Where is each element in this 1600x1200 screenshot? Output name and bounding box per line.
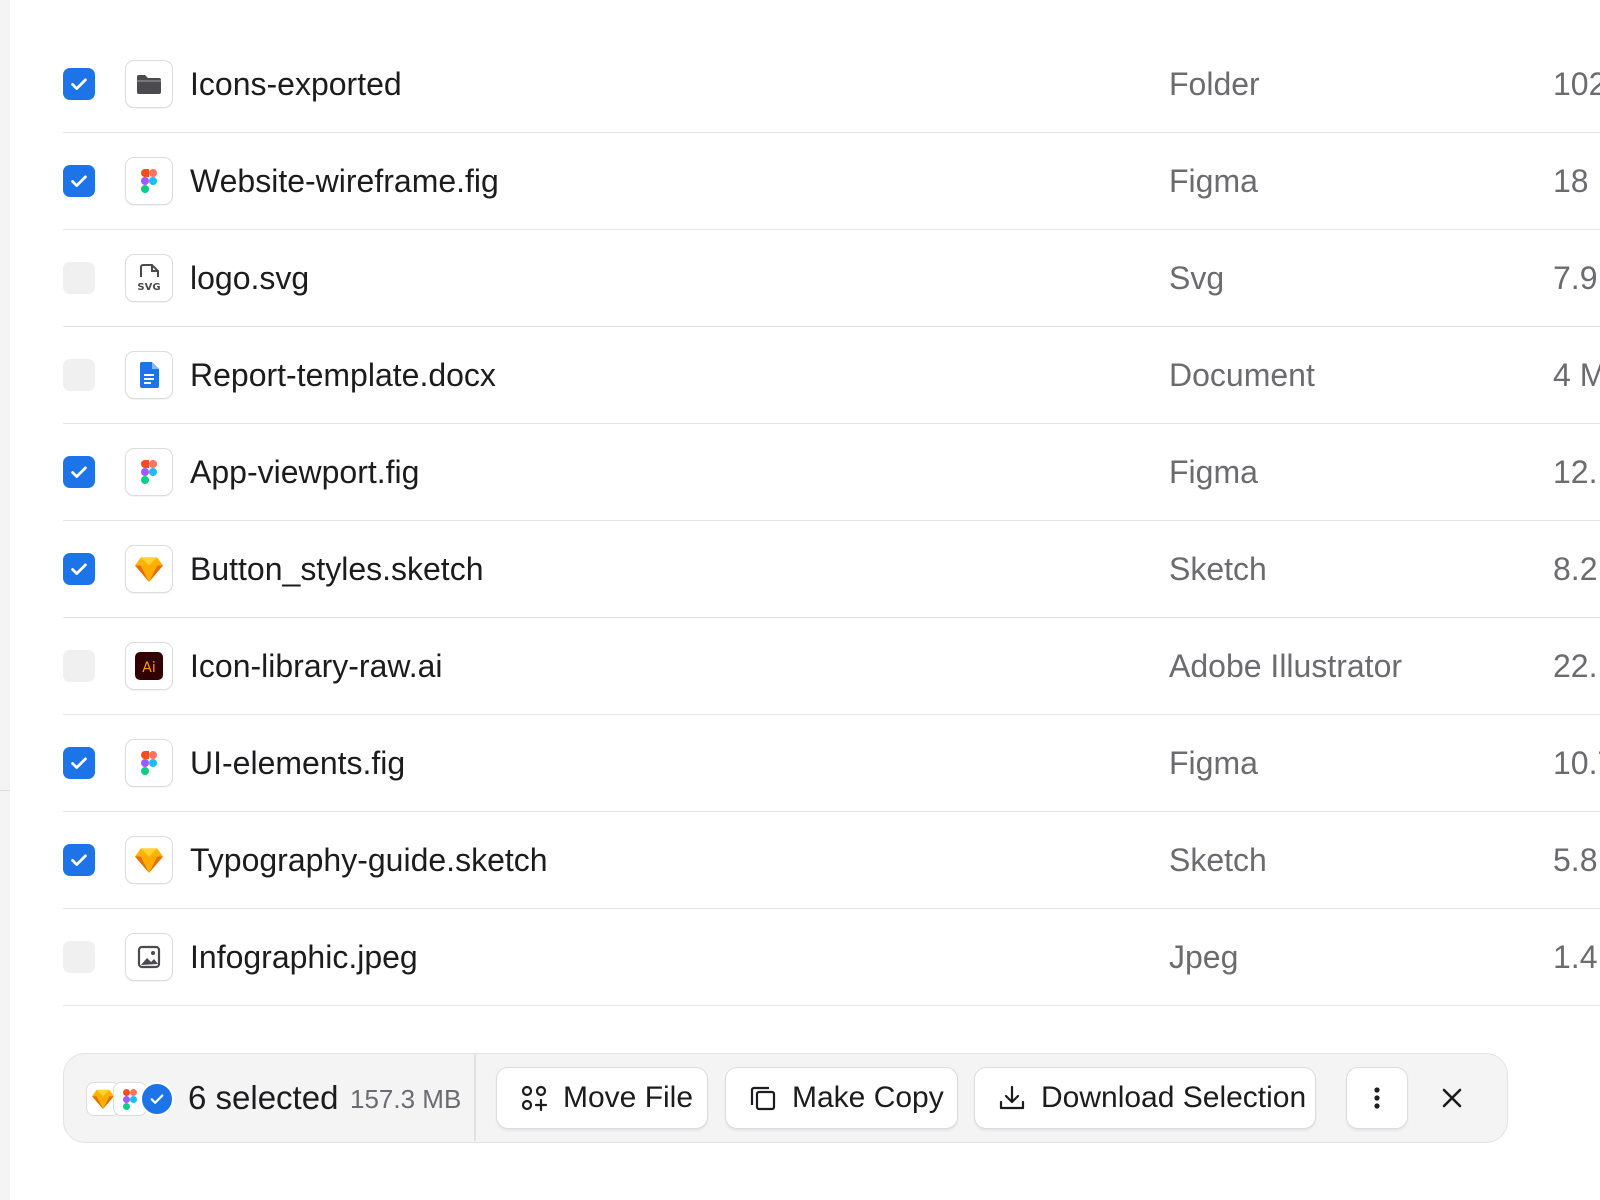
file-row[interactable]: Report-template.docx Document 4 M xyxy=(63,327,1600,424)
file-row[interactable]: Icons-exported Folder 102 xyxy=(63,36,1600,133)
row-checkbox[interactable] xyxy=(63,650,95,682)
selected-size: 157.3 MB xyxy=(350,1084,462,1114)
file-kind: Figma xyxy=(1169,745,1258,781)
folder-icon xyxy=(125,60,173,108)
move-file-button[interactable]: Move File xyxy=(496,1067,708,1129)
file-row[interactable]: Button_styles.sketch Sketch 8.2 xyxy=(63,521,1600,618)
row-checkbox[interactable] xyxy=(63,262,95,294)
file-kind: Svg xyxy=(1169,260,1225,296)
file-size: 8.2 xyxy=(1553,551,1598,587)
move-icon xyxy=(521,1085,548,1112)
figma-icon xyxy=(125,448,173,496)
move-file-label: Move File xyxy=(563,1081,694,1114)
selected-count: 6 selected xyxy=(188,1079,339,1116)
download-icon xyxy=(999,1085,1025,1110)
file-name[interactable]: Icon-library-raw.ai xyxy=(190,645,443,687)
file-size: 18 M xyxy=(1553,163,1600,199)
download-selection-label: Download Selection xyxy=(1041,1081,1307,1114)
more-vertical-icon xyxy=(1374,1087,1380,1109)
file-kind: Folder xyxy=(1169,66,1260,102)
row-checkbox[interactable] xyxy=(63,456,95,488)
download-selection-button[interactable]: Download Selection xyxy=(974,1067,1316,1129)
file-row[interactable]: Typography-guide.sketch Sketch 5.8 xyxy=(63,812,1600,909)
left-panel-divider xyxy=(0,790,10,791)
file-name[interactable]: Typography-guide.sketch xyxy=(190,839,548,881)
svg-file-icon: SVG xyxy=(125,254,173,302)
file-row[interactable]: Infographic.jpeg Jpeg 1.4 xyxy=(63,909,1600,1006)
file-name[interactable]: UI-elements.fig xyxy=(190,742,405,784)
file-size: 1.4 xyxy=(1553,939,1598,975)
file-kind: Figma xyxy=(1169,454,1258,490)
file-kind: Jpeg xyxy=(1169,939,1239,975)
file-size: 10.7 xyxy=(1553,745,1600,781)
row-checkbox[interactable] xyxy=(63,359,95,391)
file-list: Icons-exported Folder 102 Website-wireframe… xyxy=(63,36,1600,1006)
file-size: 102 xyxy=(1553,66,1600,102)
file-name[interactable]: Button_styles.sketch xyxy=(190,548,483,590)
file-row[interactable]: Ai Icon-library-raw.ai Adobe Illustrator 22… xyxy=(63,618,1600,715)
illustrator-icon: Ai xyxy=(125,642,173,690)
copy-icon xyxy=(750,1086,776,1111)
file-kind: Adobe Illustrator xyxy=(1169,648,1403,684)
file-size: 4 M xyxy=(1553,357,1600,393)
make-copy-button[interactable]: Make Copy xyxy=(725,1067,958,1129)
row-checkbox[interactable] xyxy=(63,844,95,876)
make-copy-label: Make Copy xyxy=(792,1081,944,1114)
file-kind: Sketch xyxy=(1169,842,1267,878)
sketch-icon xyxy=(125,836,173,884)
close-icon xyxy=(1442,1088,1462,1108)
file-size: 5.8 xyxy=(1553,842,1598,878)
file-size: 7.9 xyxy=(1553,260,1598,296)
more-options-button[interactable] xyxy=(1346,1067,1408,1129)
action-bar-divider xyxy=(474,1054,476,1141)
close-selection-button[interactable] xyxy=(1421,1067,1483,1129)
row-checkbox[interactable] xyxy=(63,553,95,585)
file-row[interactable]: App-viewport.fig Figma 12.1 xyxy=(63,424,1600,521)
selection-check-icon xyxy=(140,1082,174,1116)
selection-action-bar: 6 selected 157.3 MB Move File Make Copy … xyxy=(63,1053,1508,1143)
file-name[interactable]: logo.svg xyxy=(190,257,309,299)
row-checkbox[interactable] xyxy=(63,941,95,973)
file-size: 22. xyxy=(1553,648,1598,684)
file-kind: Document xyxy=(1169,357,1315,393)
file-name[interactable]: Website-wireframe.fig xyxy=(190,160,499,202)
figma-icon xyxy=(125,157,173,205)
file-size: 12.1 xyxy=(1553,454,1600,490)
file-name[interactable]: Report-template.docx xyxy=(190,354,496,396)
selected-file-types xyxy=(86,1082,176,1116)
file-name[interactable]: App-viewport.fig xyxy=(190,451,419,493)
row-checkbox[interactable] xyxy=(63,747,95,779)
image-icon xyxy=(125,933,173,981)
file-kind: Sketch xyxy=(1169,551,1267,587)
file-row[interactable]: UI-elements.fig Figma 10.7 xyxy=(63,715,1600,812)
svg-text:Ai: Ai xyxy=(142,660,155,676)
row-checkbox[interactable] xyxy=(63,165,95,197)
file-name[interactable]: Infographic.jpeg xyxy=(190,936,418,978)
file-row[interactable]: SVG logo.svg Svg 7.9 xyxy=(63,230,1600,327)
figma-icon xyxy=(125,739,173,787)
row-checkbox[interactable] xyxy=(63,68,95,100)
sketch-icon xyxy=(125,545,173,593)
svg-text:SVG: SVG xyxy=(137,282,160,293)
file-row[interactable]: Website-wireframe.fig Figma 18 M xyxy=(63,133,1600,230)
left-panel-edge xyxy=(0,0,10,1200)
file-name[interactable]: Icons-exported xyxy=(190,63,402,105)
document-icon xyxy=(125,351,173,399)
file-kind: Figma xyxy=(1169,163,1258,199)
